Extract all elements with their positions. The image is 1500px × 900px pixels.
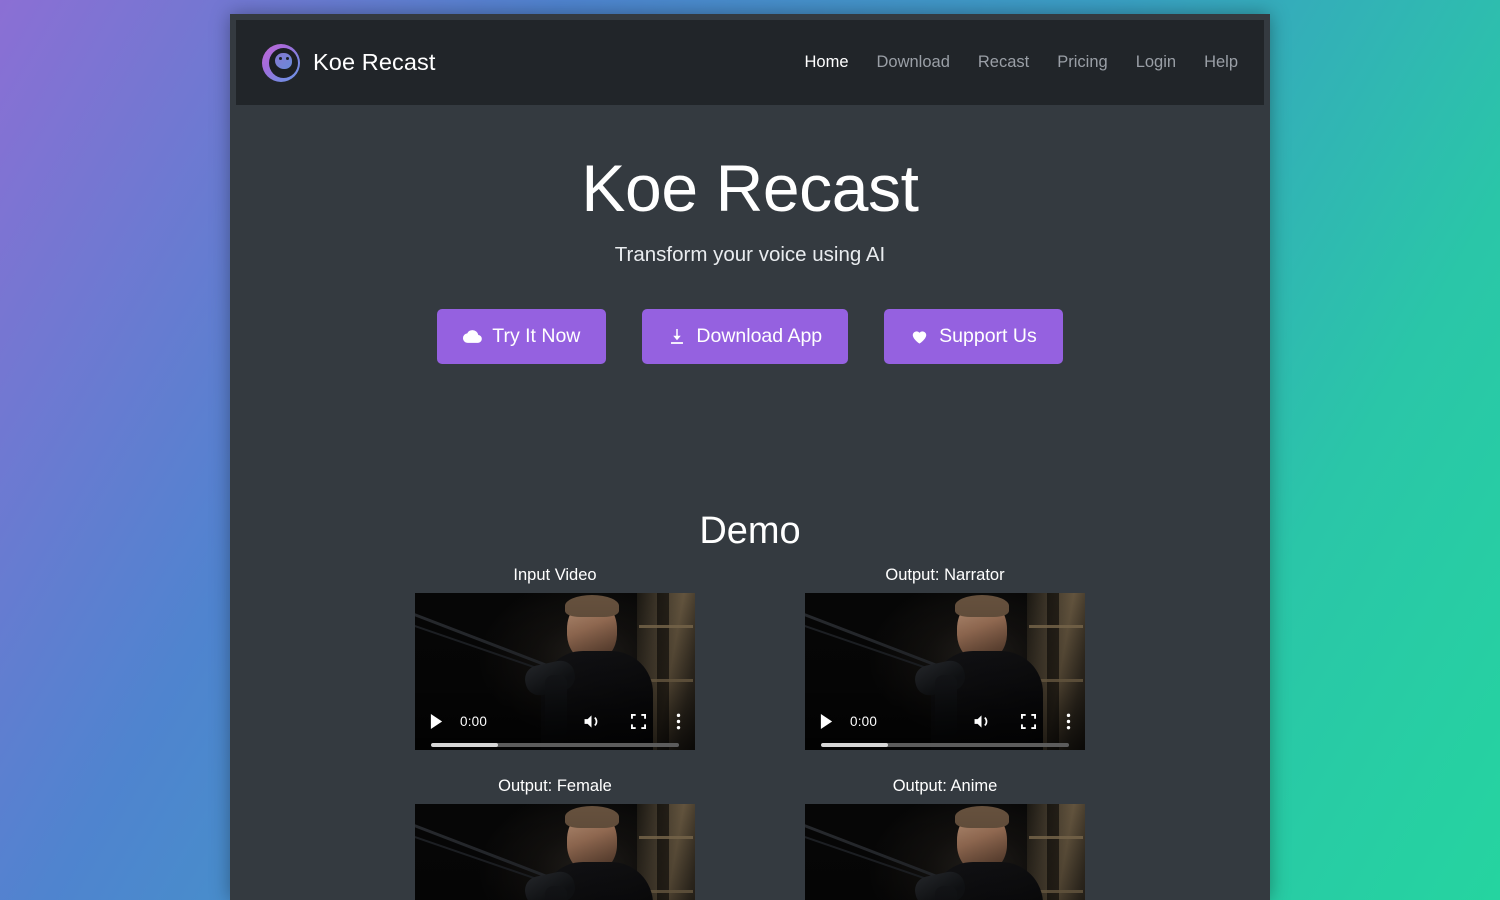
hero-subtitle: Transform your voice using AI — [614, 243, 886, 267]
support-us-label: Support Us — [939, 325, 1037, 348]
current-time: 0:00 — [850, 713, 878, 729]
try-it-now-button[interactable]: Try It Now — [437, 309, 607, 365]
nav-links: Home Download Recast Pricing Login Help — [804, 53, 1238, 72]
hero-section: Koe Recast Transform your voice using AI… — [230, 105, 1270, 365]
video-player-output-narrator[interactable]: 0:00 — [805, 593, 1085, 750]
fullscreen-icon[interactable] — [631, 713, 646, 729]
demo-cell-output-female: Output: Female 0:00 — [400, 777, 710, 900]
play-icon[interactable] — [429, 713, 444, 730]
progress-buffer — [821, 743, 888, 747]
video-controls: 0:00 — [805, 701, 1085, 741]
support-us-button[interactable]: Support Us — [884, 309, 1063, 365]
video-player-input-video[interactable]: 0:00 — [415, 593, 695, 750]
brand-link[interactable]: Koe Recast — [262, 43, 436, 82]
more-vertical-icon[interactable] — [1066, 713, 1071, 730]
nav-item-home[interactable]: Home — [804, 53, 848, 72]
try-it-now-label: Try It Now — [492, 325, 581, 348]
demo-cell-input-video: Input Video 0:00 — [400, 566, 710, 750]
download-app-button[interactable]: Download App — [642, 309, 849, 365]
video-player-output-anime[interactable]: 0:00 — [805, 804, 1085, 900]
video-poster — [805, 804, 1085, 900]
nav-item-pricing[interactable]: Pricing — [1057, 53, 1107, 72]
demo-cell-output-narrator: Output: Narrator 0:00 — [790, 566, 1100, 750]
cta-button-row: Try It Now Download App Support Us — [230, 309, 1270, 365]
demo-label: Output: Narrator — [885, 566, 1005, 584]
nav-item-login[interactable]: Login — [1136, 53, 1176, 72]
demo-cell-output-anime: Output: Anime 0:00 — [790, 777, 1100, 900]
nav-item-help[interactable]: Help — [1204, 53, 1238, 72]
video-player-output-female[interactable]: 0:00 — [415, 804, 695, 900]
volume-icon[interactable] — [972, 713, 991, 730]
more-vertical-icon[interactable] — [676, 713, 681, 730]
page-container: Koe Recast Home Download Recast Pricing … — [230, 14, 1270, 900]
demo-label: Input Video — [513, 566, 597, 584]
volume-icon[interactable] — [582, 713, 601, 730]
main-navbar: Koe Recast Home Download Recast Pricing … — [236, 20, 1264, 105]
brand-name: Koe Recast — [313, 49, 436, 75]
play-icon[interactable] — [819, 713, 834, 730]
video-controls: 0:00 — [415, 701, 695, 741]
progress-bar[interactable] — [431, 743, 679, 747]
heart-icon — [910, 327, 929, 346]
fullscreen-icon[interactable] — [1021, 713, 1036, 729]
video-poster — [415, 804, 695, 900]
demo-label: Output: Anime — [892, 777, 998, 795]
current-time: 0:00 — [460, 713, 488, 729]
download-app-label: Download App — [696, 325, 823, 348]
koe-logo-icon — [262, 43, 300, 82]
cloud-icon — [463, 327, 483, 346]
nav-item-recast[interactable]: Recast — [978, 53, 1029, 72]
nav-item-download[interactable]: Download — [877, 53, 950, 72]
demo-heading: Demo — [699, 510, 801, 552]
download-icon — [668, 327, 686, 346]
demo-grid: Input Video 0:00 Output: Narrator 0:00 O… — [400, 566, 1100, 900]
demo-label: Output: Female — [498, 777, 612, 795]
page-title: Koe Recast — [581, 151, 919, 225]
progress-buffer — [431, 743, 498, 747]
progress-bar[interactable] — [821, 743, 1069, 747]
